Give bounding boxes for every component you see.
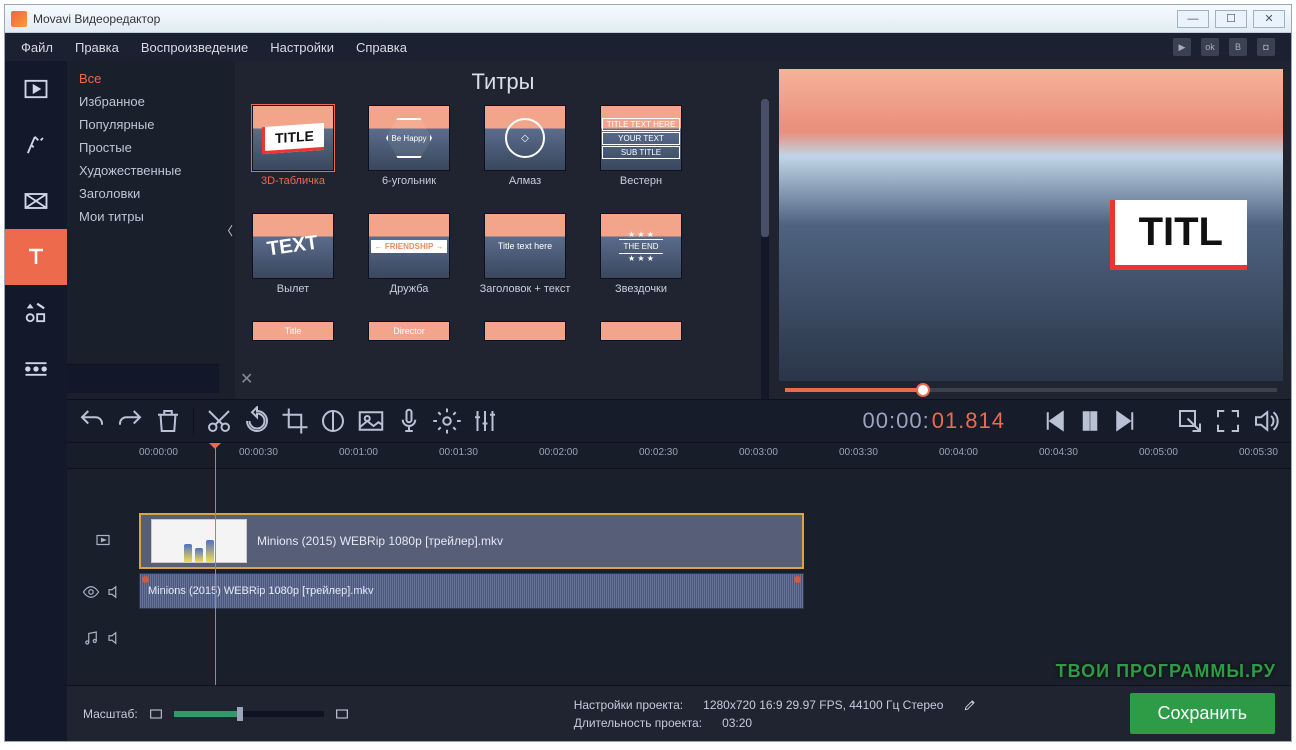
delete-button[interactable] xyxy=(153,406,183,436)
playhead[interactable] xyxy=(215,443,216,685)
music-note-icon[interactable] xyxy=(82,629,100,647)
undo-button[interactable] xyxy=(77,406,107,436)
redo-button[interactable] xyxy=(115,406,145,436)
time-ruler[interactable]: 00:00:00 00:00:30 00:01:00 00:01:30 00:0… xyxy=(67,443,1291,469)
next-frame-button[interactable] xyxy=(1111,406,1141,436)
preview-viewer[interactable]: TITL xyxy=(779,69,1283,381)
save-button[interactable]: Сохранить xyxy=(1130,693,1275,734)
youtube-icon[interactable]: ▶ xyxy=(1173,38,1191,56)
window-title: Movavi Видеоредактор xyxy=(33,12,160,26)
title-item-peek[interactable]: Director xyxy=(363,321,455,341)
speaker-icon[interactable] xyxy=(106,583,124,601)
menu-playback[interactable]: Воспроизведение xyxy=(141,40,248,55)
app-logo-icon xyxy=(11,11,27,27)
app-window: Movavi Видеоредактор — ☐ ✕ Файл Правка В… xyxy=(4,4,1292,742)
titles-tool[interactable] xyxy=(5,229,67,285)
stickers-tool[interactable] xyxy=(5,285,67,341)
equalizer-button[interactable] xyxy=(470,406,500,436)
crop-button[interactable] xyxy=(280,406,310,436)
gallery-scrollbar[interactable] xyxy=(761,99,769,399)
camera-icon[interactable]: ◘ xyxy=(1257,38,1275,56)
video-clip-label: Minions (2015) WEBRip 1080p [трейлер].mk… xyxy=(257,534,503,548)
status-bar: Масштаб: Настройки проекта: 1280x720 16:… xyxy=(67,685,1291,741)
search-input[interactable] xyxy=(73,370,236,388)
color-button[interactable] xyxy=(318,406,348,436)
category-search: ✕ xyxy=(67,364,219,393)
maximize-button[interactable]: ☐ xyxy=(1215,10,1247,28)
title-item-peek[interactable]: Title xyxy=(247,321,339,341)
site-watermark: ТВОИ ПРОГРАММЫ.РУ xyxy=(1056,661,1276,682)
title-item-peek[interactable] xyxy=(479,321,571,341)
pause-button[interactable] xyxy=(1075,406,1105,436)
tool-sidebar xyxy=(5,61,67,741)
cut-button[interactable] xyxy=(204,406,234,436)
title-item-diamond[interactable]: ◇ Алмаз xyxy=(479,105,571,201)
speaker-icon[interactable] xyxy=(106,629,124,647)
preview-panel: TITL xyxy=(771,61,1291,399)
title-item-flyin[interactable]: TEXT Вылет xyxy=(247,213,339,309)
titlebar: Movavi Видеоредактор — ☐ ✕ xyxy=(5,5,1291,33)
gallery-heading: Титры xyxy=(235,61,771,99)
cat-all[interactable]: Все xyxy=(67,67,219,90)
close-button[interactable]: ✕ xyxy=(1253,10,1285,28)
media-tool[interactable] xyxy=(5,61,67,117)
music-track-row xyxy=(67,613,1291,663)
audio-clip-label: Minions (2015) WEBRip 1080p [трейлер].mk… xyxy=(148,585,373,597)
zoom-slider[interactable] xyxy=(174,711,324,717)
audio-track-row: Minions (2015) WEBRip 1080p [трейлер].mk… xyxy=(67,571,1291,613)
volume-button[interactable] xyxy=(1251,406,1281,436)
menubar: Файл Правка Воспроизведение Настройки Сп… xyxy=(5,33,1291,61)
menu-file[interactable]: Файл xyxy=(21,40,53,55)
preview-title-plate: TITL xyxy=(1110,200,1247,270)
title-item-western[interactable]: TITLE TEXT HEREYOUR TEXTSUB TITLE Вестер… xyxy=(595,105,687,201)
zoom-in-icon[interactable] xyxy=(334,706,350,722)
video-clip[interactable]: Minions (2015) WEBRip 1080p [трейлер].mk… xyxy=(139,513,804,569)
title-item-hexagon[interactable]: Be Happy 6-угольник xyxy=(363,105,455,201)
vk-icon[interactable]: B xyxy=(1229,38,1247,56)
menu-edit[interactable]: Правка xyxy=(75,40,119,55)
transitions-tool[interactable] xyxy=(5,173,67,229)
rotate-button[interactable] xyxy=(242,406,272,436)
seek-bar[interactable] xyxy=(779,381,1283,399)
cat-fav[interactable]: Избранное xyxy=(67,90,219,113)
timecode-display: 00:00:01.814 xyxy=(863,408,1005,434)
menu-settings[interactable]: Настройки xyxy=(270,40,334,55)
cat-simple[interactable]: Простые xyxy=(67,136,219,159)
seek-knob[interactable] xyxy=(916,383,930,397)
fullscreen-button[interactable] xyxy=(1213,406,1243,436)
edit-settings-icon[interactable] xyxy=(963,698,977,712)
zoom-out-icon[interactable] xyxy=(148,706,164,722)
detach-button[interactable] xyxy=(1175,406,1205,436)
visibility-icon[interactable] xyxy=(94,531,112,549)
title-item-3d-plate[interactable]: TITLE 3D-табличка xyxy=(247,105,339,201)
title-item-friendship[interactable]: ← FRIENDSHIP → Дружба xyxy=(363,213,455,309)
titles-gallery: Титры TITLE 3D-табличка Be Happy 6-уголь… xyxy=(235,61,771,399)
collapse-categories-button[interactable]: 〈 xyxy=(219,61,235,399)
filters-tool[interactable] xyxy=(5,117,67,173)
title-item-title-text[interactable]: Title text here Заголовок + текст xyxy=(479,213,571,309)
timeline: 00:00:00 00:00:30 00:01:00 00:01:30 00:0… xyxy=(67,443,1291,685)
cat-my[interactable]: Мои титры xyxy=(67,205,219,228)
edit-toolbar: 00:00:01.814 xyxy=(67,399,1291,443)
eye-icon[interactable] xyxy=(82,583,100,601)
zoom-control: Масштаб: xyxy=(83,706,350,722)
title-item-stars[interactable]: ★ ★ ★THE END★ ★ ★ Звездочки xyxy=(595,213,687,309)
cat-artistic[interactable]: Художественные xyxy=(67,159,219,182)
minimize-button[interactable]: — xyxy=(1177,10,1209,28)
title-item-peek[interactable] xyxy=(595,321,687,341)
category-panel: Все Избранное Популярные Простые Художес… xyxy=(67,61,219,399)
prev-frame-button[interactable] xyxy=(1039,406,1069,436)
cat-popular[interactable]: Популярные xyxy=(67,113,219,136)
audio-clip[interactable]: Minions (2015) WEBRip 1080p [трейлер].mk… xyxy=(139,573,804,609)
image-button[interactable] xyxy=(356,406,386,436)
odnoklassniki-icon[interactable]: ok xyxy=(1201,38,1219,56)
video-track-row: Minions (2015) WEBRip 1080p [трейлер].mk… xyxy=(67,509,1291,571)
more-tool[interactable] xyxy=(5,341,67,397)
properties-button[interactable] xyxy=(432,406,462,436)
mic-button[interactable] xyxy=(394,406,424,436)
cat-headings[interactable]: Заголовки xyxy=(67,182,219,205)
menu-help[interactable]: Справка xyxy=(356,40,407,55)
